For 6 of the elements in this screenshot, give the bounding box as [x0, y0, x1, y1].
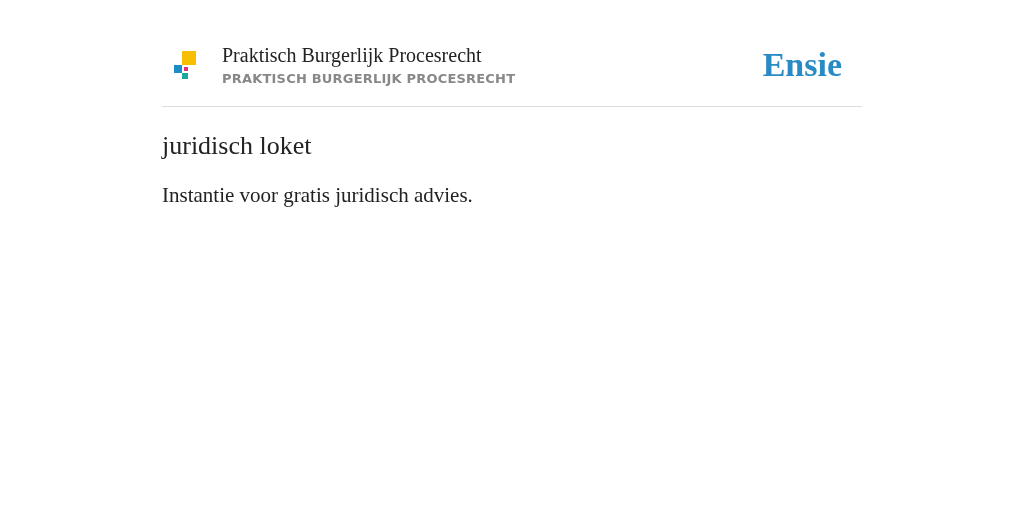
entry-term: juridisch loket [162, 131, 313, 161]
brand-logo[interactable]: Ensie [762, 46, 842, 84]
logo-icon [174, 51, 196, 79]
entry-definition: Instantie voor gratis juridisch advies. [162, 183, 474, 208]
site-title: Praktisch Burgerlijk Procesrecht [222, 44, 483, 67]
site-subtitle: PRAKTISCH BURGERLIJK PROCESRECHT [222, 71, 517, 86]
